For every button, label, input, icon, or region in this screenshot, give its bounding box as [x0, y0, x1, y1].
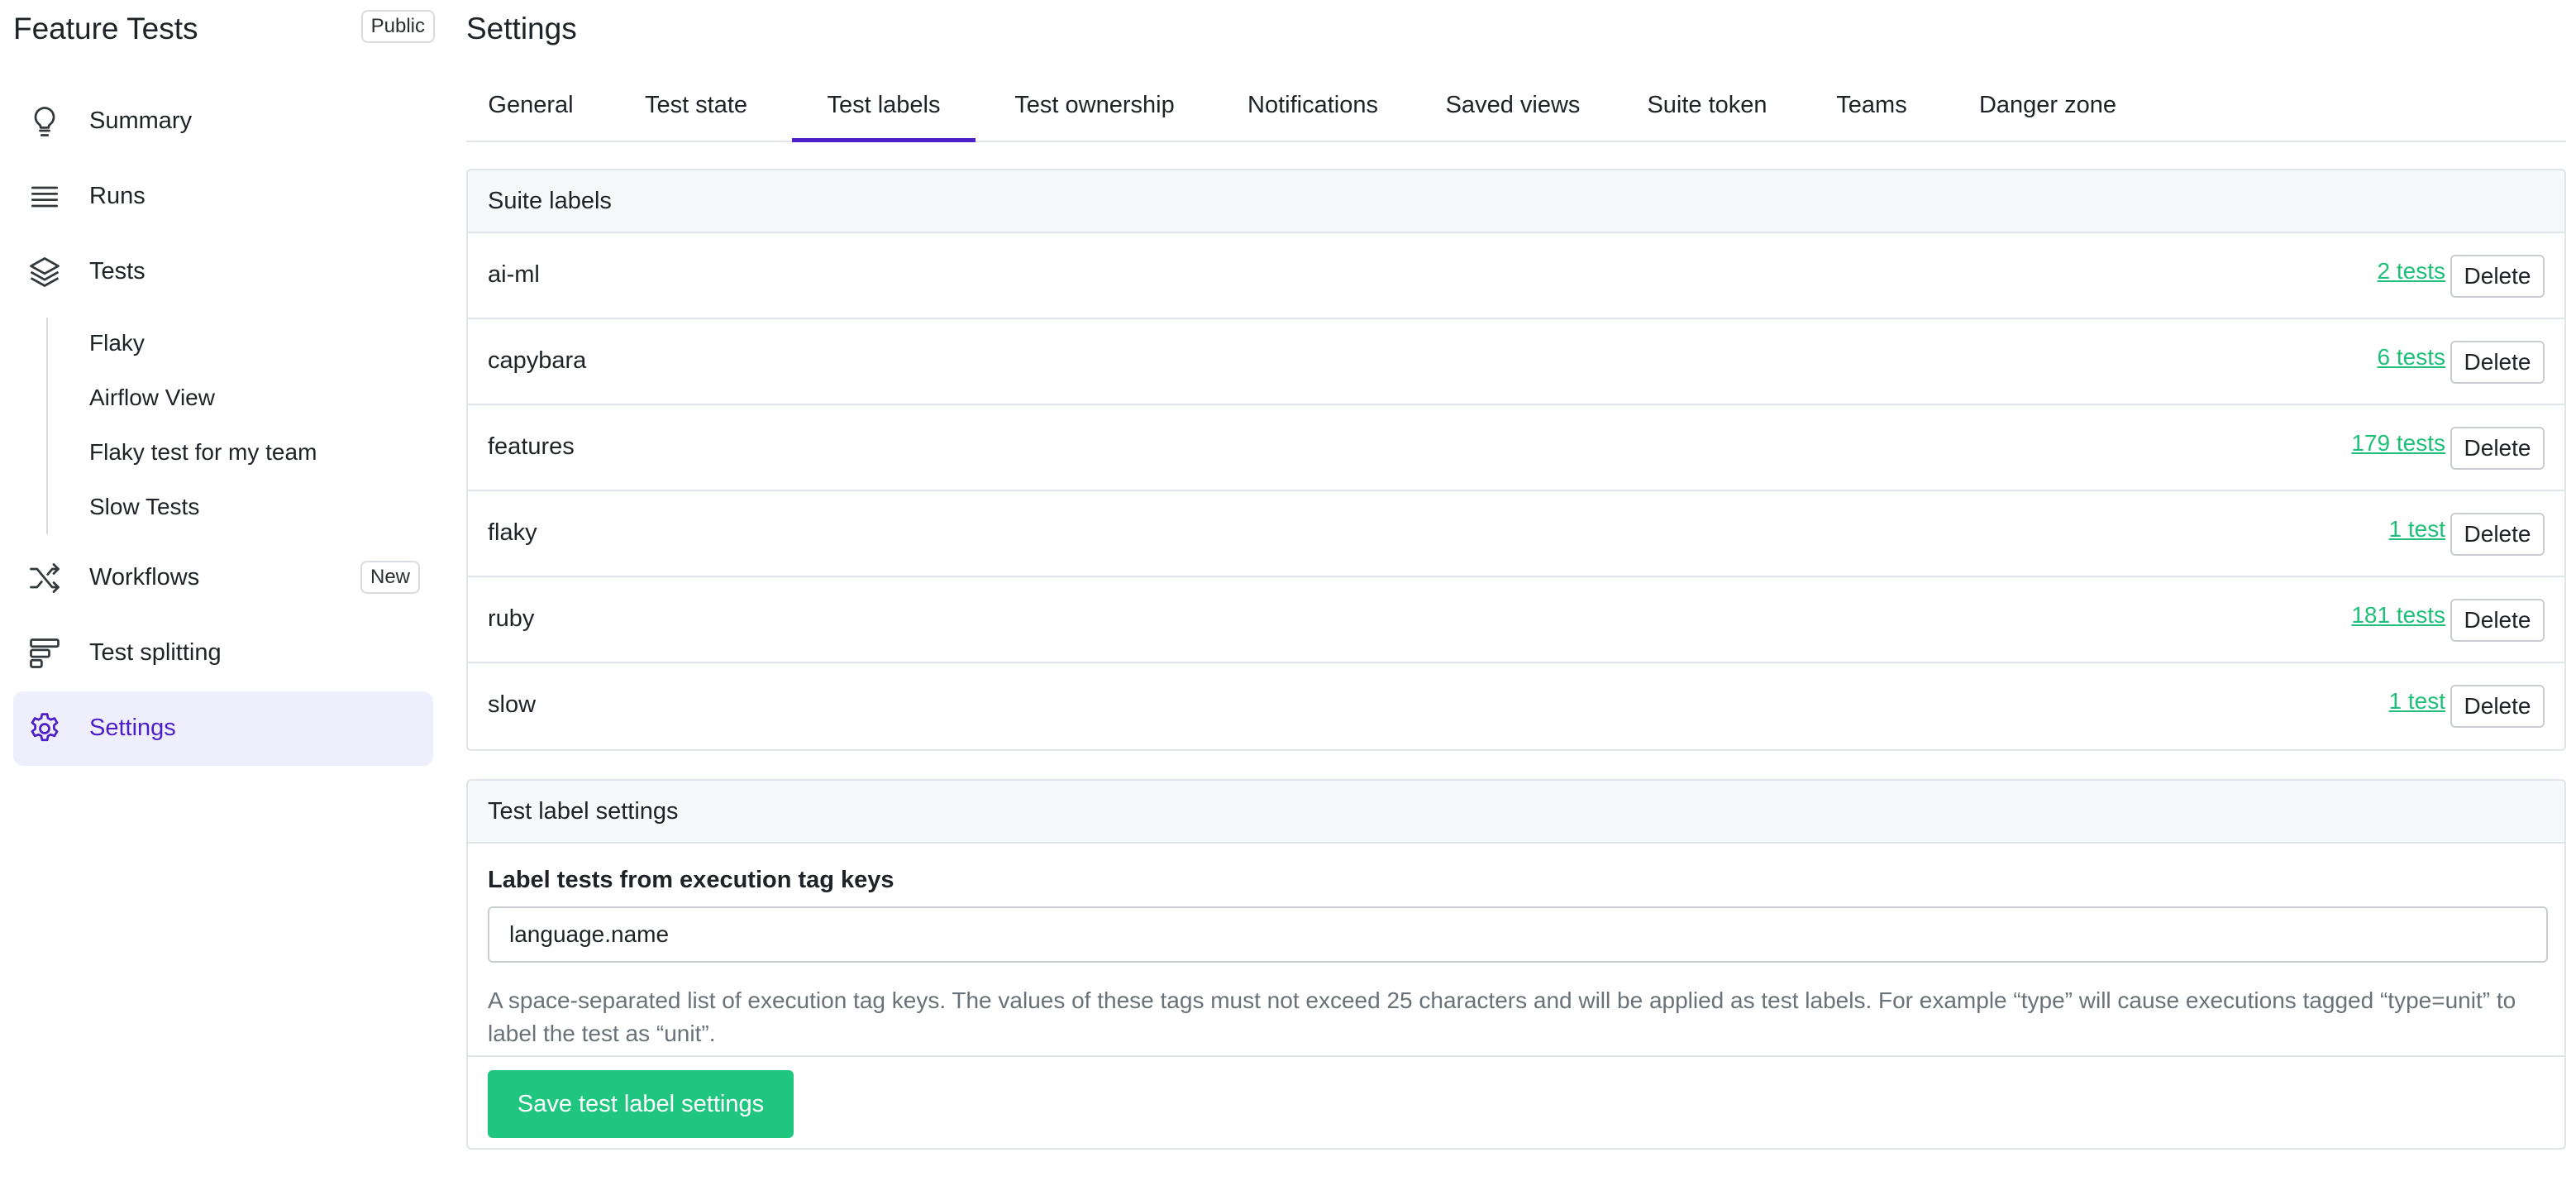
visibility-badge: Public: [360, 10, 435, 43]
sidebar-item-label: Summary: [89, 108, 193, 134]
tab-suite-token[interactable]: Suite token: [1637, 86, 1777, 142]
page-title: Settings: [466, 12, 577, 45]
split-bars-icon: [26, 635, 63, 672]
delete-label-button[interactable]: Delete: [2450, 513, 2545, 556]
gear-icon: [26, 710, 63, 747]
delete-label-button[interactable]: Delete: [2450, 427, 2545, 470]
delete-label-button[interactable]: Delete: [2450, 255, 2545, 298]
saved-view-item[interactable]: Slow Tests: [89, 494, 199, 520]
saved-view-item[interactable]: Flaky: [89, 330, 145, 356]
label-row: flaky 1 test Delete: [468, 491, 2564, 577]
sidebar-item-label: Tests: [89, 258, 145, 284]
suite-header: Feature Tests Public: [13, 10, 435, 48]
sidebar: Feature Tests Public Summary Runs Tests …: [0, 0, 446, 1181]
main-content: Settings General Test state Test labels …: [466, 0, 2566, 1181]
sidebar-item-runs[interactable]: Runs: [13, 160, 433, 234]
label-test-count-link[interactable]: 1 test: [2389, 516, 2445, 543]
settings-tabs: General Test state Test labels Test owne…: [466, 76, 2566, 142]
saved-view-item[interactable]: Airflow View: [89, 385, 215, 411]
label-row: capybara 6 tests Delete: [468, 319, 2564, 405]
tab-danger-zone[interactable]: Danger zone: [1968, 86, 2128, 142]
label-name: features: [488, 433, 575, 460]
label-row: features 179 tests Delete: [468, 405, 2564, 491]
sub-nav-divider: [46, 318, 48, 534]
sidebar-item-label: Workflows: [89, 564, 200, 590]
delete-label-button[interactable]: Delete: [2450, 599, 2545, 642]
label-name: ruby: [488, 605, 535, 632]
settings-form: Label tests from execution tag keys A sp…: [468, 844, 2564, 1057]
saved-view-item[interactable]: Flaky test for my team: [89, 439, 317, 466]
label-row: ai-ml 2 tests Delete: [468, 233, 2564, 319]
layers-icon: [26, 254, 63, 290]
label-row: slow 1 test Delete: [468, 663, 2564, 749]
suite-labels-panel: Suite labels ai-ml 2 tests Delete capyba…: [466, 169, 2566, 751]
list-icon: [26, 179, 63, 215]
settings-footer: Save test label settings: [468, 1057, 2564, 1148]
delete-label-button[interactable]: Delete: [2450, 341, 2545, 384]
sidebar-item-workflows[interactable]: Workflows New: [13, 541, 433, 615]
new-badge: New: [360, 561, 420, 594]
panel-header: Suite labels: [468, 170, 2564, 233]
tab-general[interactable]: General: [479, 86, 582, 142]
label-test-count-link[interactable]: 1 test: [2389, 688, 2445, 715]
shuffle-icon: [26, 560, 63, 596]
label-test-count-link[interactable]: 181 tests: [2351, 602, 2445, 629]
tag-keys-field-label: Label tests from execution tag keys: [488, 867, 894, 893]
sidebar-item-settings[interactable]: Settings: [13, 691, 433, 766]
save-test-label-settings-button[interactable]: Save test label settings: [488, 1070, 794, 1138]
label-name: capybara: [488, 347, 587, 374]
panel-header: Test label settings: [468, 781, 2564, 844]
label-test-count-link[interactable]: 2 tests: [2378, 258, 2445, 284]
label-name: flaky: [488, 519, 537, 546]
label-test-count-link[interactable]: 6 tests: [2378, 344, 2445, 371]
tab-notifications[interactable]: Notifications: [1237, 86, 1389, 142]
tab-teams[interactable]: Teams: [1830, 86, 1913, 142]
tab-saved-views[interactable]: Saved views: [1442, 86, 1584, 142]
label-name: ai-ml: [488, 261, 540, 288]
label-test-count-link[interactable]: 179 tests: [2351, 430, 2445, 457]
tag-keys-input[interactable]: [488, 906, 2548, 963]
lightbulb-icon: [26, 103, 63, 140]
sidebar-item-summary[interactable]: Summary: [13, 84, 433, 159]
delete-label-button[interactable]: Delete: [2450, 685, 2545, 728]
tag-keys-help-text: A space-separated list of execution tag …: [488, 987, 2516, 1046]
sidebar-item-tests[interactable]: Tests: [13, 235, 433, 309]
sidebar-item-label: Settings: [89, 715, 176, 741]
label-name: slow: [488, 691, 537, 718]
suite-title: Feature Tests: [13, 12, 198, 45]
sidebar-item-label: Runs: [89, 183, 145, 209]
tab-test-state[interactable]: Test state: [633, 86, 759, 142]
test-label-settings-panel: Test label settings Label tests from exe…: [466, 779, 2566, 1150]
sidebar-item-test-splitting[interactable]: Test splitting: [13, 616, 433, 691]
tab-test-labels[interactable]: Test labels: [792, 86, 976, 142]
sidebar-item-label: Test splitting: [89, 639, 222, 666]
label-row: ruby 181 tests Delete: [468, 577, 2564, 663]
tab-test-ownership[interactable]: Test ownership: [1005, 86, 1184, 142]
